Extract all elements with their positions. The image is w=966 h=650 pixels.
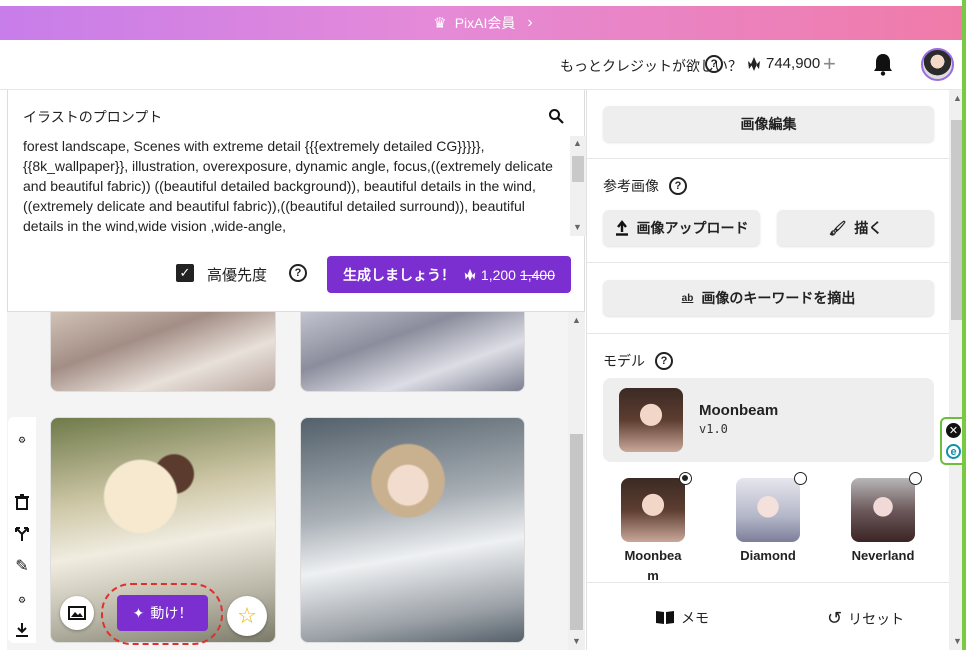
image-icon xyxy=(68,606,86,620)
membership-label: PixAI会員 xyxy=(454,15,516,31)
prompt-panel: イラストのプロンプト forest landscape, Scenes with… xyxy=(7,90,586,312)
generated-image[interactable] xyxy=(300,312,525,392)
close-icon[interactable]: ✕ xyxy=(946,423,961,438)
help-icon[interactable]: ? xyxy=(289,264,307,282)
extract-keywords-button[interactable]: ab 画像のキーワードを摘出 xyxy=(603,280,934,316)
chevron-right-icon: › xyxy=(527,14,533,31)
search-icon[interactable] xyxy=(548,108,564,129)
help-icon[interactable]: ? xyxy=(705,55,723,73)
prompt-title: イラストのプロンプト xyxy=(23,109,163,125)
membership-banner[interactable]: ♛ PixAI会員 › xyxy=(0,6,966,40)
scroll-down-icon[interactable]: ▼ xyxy=(572,636,581,646)
generate-label: 生成しましょう！ xyxy=(343,266,455,283)
model-version: v1.0 xyxy=(699,422,728,436)
model-radio-diamond[interactable] xyxy=(794,472,807,485)
crown-icon: ♛ xyxy=(433,15,447,32)
brush-icon: 🖌 xyxy=(828,219,847,236)
model-option-diamond[interactable] xyxy=(736,478,800,542)
reference-title-text: 参考画像 xyxy=(603,178,659,194)
extract-keywords-label: 画像のキーワードを摘出 xyxy=(701,290,856,306)
selected-model-card[interactable]: Moonbeam v1.0 xyxy=(603,378,934,462)
memo-button[interactable]: メモ xyxy=(655,608,709,628)
scroll-down-icon[interactable]: ▼ xyxy=(573,222,582,232)
book-icon xyxy=(655,609,675,628)
reset-icon: ↺ xyxy=(827,608,843,628)
extension-icon[interactable]: e xyxy=(946,444,961,459)
generated-image[interactable] xyxy=(50,312,276,392)
gallery-scrollbar[interactable]: ▲ ▼ xyxy=(568,312,585,650)
generate-button[interactable]: 生成しましょう！ 1,200 1,400 xyxy=(327,256,571,293)
model-option-label: Neverland xyxy=(851,548,915,563)
cost-value: 1,200 xyxy=(480,266,516,283)
favorite-star-icon[interactable]: ☆ xyxy=(227,596,267,636)
credit-balance[interactable]: 744,900 xyxy=(746,55,820,72)
prompt-textarea[interactable]: forest landscape, Scenes with extreme de… xyxy=(23,136,563,236)
edit-pencil-icon[interactable]: ✎ xyxy=(13,557,31,575)
generate-cost: 1,200 1,400 xyxy=(463,267,555,283)
image-gallery: ▲ ▼ xyxy=(7,312,585,650)
download-icon[interactable] xyxy=(13,621,31,639)
model-title: モデル ? xyxy=(603,351,673,371)
bell-icon[interactable] xyxy=(872,52,894,81)
memo-label: メモ xyxy=(681,610,709,626)
draw-label: 描く xyxy=(854,220,883,236)
high-priority-label: 高優先度 xyxy=(207,267,268,284)
scroll-down-icon[interactable]: ▼ xyxy=(953,636,962,646)
image-tools: ⚙ ✎ ⚙ xyxy=(8,417,36,643)
edit-image-button[interactable]: 画像編集 xyxy=(603,106,934,142)
model-title-text: モデル xyxy=(603,353,645,369)
scroll-up-icon[interactable]: ▲ xyxy=(573,138,582,148)
upload-icon xyxy=(615,220,628,236)
upload-image-button[interactable]: 画像アップロード xyxy=(603,210,760,246)
user-avatar[interactable] xyxy=(921,48,954,81)
header-bar: もっとクレジットが欲しい？ ? 744,900 + xyxy=(0,40,966,90)
settings-icon[interactable]: ⚙ xyxy=(13,431,31,449)
divider xyxy=(587,333,950,334)
text-abc-icon: ab xyxy=(681,292,694,304)
variation-icon[interactable]: ⚙ xyxy=(13,591,31,609)
model-thumbnail xyxy=(619,388,683,452)
scroll-thumb[interactable] xyxy=(572,156,584,182)
add-credits-button[interactable]: + xyxy=(823,51,836,77)
reset-button[interactable]: ↺ リセット xyxy=(827,608,904,629)
reference-title: 参考画像 ? xyxy=(603,176,687,196)
model-option-moonbeam[interactable] xyxy=(621,478,685,542)
model-option-label: Moonbea m xyxy=(624,548,682,583)
generated-image[interactable] xyxy=(300,417,525,643)
image-to-image-button[interactable] xyxy=(60,596,94,630)
credit-icon xyxy=(748,56,760,71)
model-name: Moonbeam xyxy=(699,402,779,419)
help-icon[interactable]: ? xyxy=(655,352,673,370)
settings-panel: 画像編集 参考画像 ? 画像アップロード 🖌 描く ab 画像のキーワードを摘出… xyxy=(586,90,950,650)
scroll-up-icon[interactable]: ▲ xyxy=(953,93,962,103)
divider xyxy=(587,262,950,263)
model-option-neverland[interactable] xyxy=(851,478,915,542)
delete-icon[interactable] xyxy=(13,493,31,511)
prompt-scrollbar[interactable]: ▲ ▼ xyxy=(570,136,586,236)
upload-label: 画像アップロード xyxy=(636,220,749,236)
draw-button[interactable]: 🖌 描く xyxy=(777,210,934,246)
scroll-up-icon[interactable]: ▲ xyxy=(572,315,581,325)
scroll-thumb[interactable] xyxy=(570,434,583,630)
old-cost-value: 1,400 xyxy=(519,266,555,283)
model-radio-moonbeam[interactable] xyxy=(679,472,692,485)
model-option-label: Diamond xyxy=(740,548,796,563)
annotation-circle xyxy=(101,583,223,645)
divider xyxy=(587,158,950,159)
upscale-icon[interactable] xyxy=(13,525,31,543)
help-icon[interactable]: ? xyxy=(669,177,687,195)
divider xyxy=(587,582,950,583)
high-priority-checkbox[interactable]: ✓ xyxy=(176,264,194,282)
edit-image-label: 画像編集 xyxy=(740,116,797,132)
reset-label: リセット xyxy=(848,610,905,627)
window-edge xyxy=(962,0,966,650)
credit-amount: 744,900 xyxy=(766,55,821,72)
credit-icon xyxy=(464,268,476,281)
model-radio-neverland[interactable] xyxy=(909,472,922,485)
